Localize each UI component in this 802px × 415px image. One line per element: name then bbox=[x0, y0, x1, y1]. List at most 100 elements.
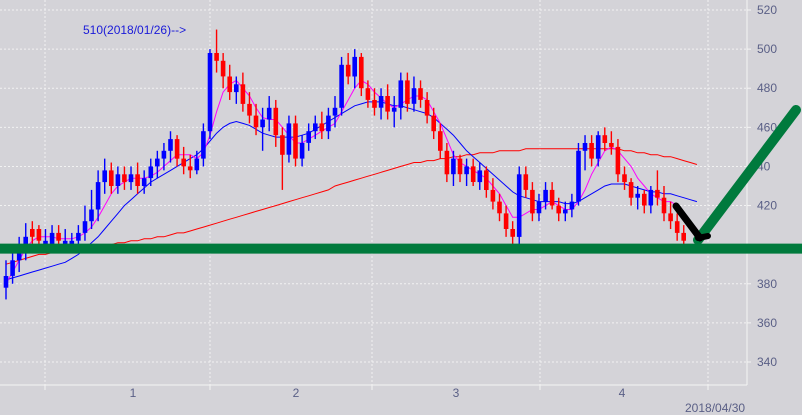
x-tick-label: 2 bbox=[293, 386, 300, 400]
candle-body bbox=[385, 96, 390, 112]
candle-body bbox=[391, 107, 397, 112]
candle-body bbox=[10, 260, 15, 276]
candle-body bbox=[549, 189, 555, 206]
candle-body bbox=[240, 84, 246, 104]
candle-body bbox=[227, 76, 232, 93]
candle-body bbox=[345, 64, 351, 77]
candle-body bbox=[359, 56, 364, 89]
candle-body bbox=[602, 135, 608, 143]
candle-body bbox=[155, 158, 160, 167]
candle-body bbox=[234, 84, 239, 93]
candle-body bbox=[595, 135, 601, 159]
candle-body bbox=[569, 201, 575, 210]
candle-body bbox=[306, 131, 311, 143]
candle-body bbox=[530, 189, 535, 214]
end-date-label: 2018/04/30 bbox=[685, 401, 745, 415]
candle-body bbox=[470, 166, 476, 182]
candle-body bbox=[187, 166, 193, 171]
candle-body bbox=[286, 123, 292, 155]
candle-body bbox=[141, 178, 147, 186]
candle-body bbox=[109, 170, 114, 186]
candle-body bbox=[431, 115, 436, 132]
candlestick-chart: 340360380420404604805005201 2 3 4 510(2018/… bbox=[0, 0, 802, 415]
candle-body bbox=[398, 80, 404, 108]
candle-body bbox=[655, 189, 660, 198]
candle-body bbox=[516, 174, 522, 237]
x-tick-label: 1 bbox=[130, 386, 137, 400]
candle-body bbox=[477, 170, 483, 183]
candle-body bbox=[372, 100, 377, 108]
candle-body bbox=[405, 80, 410, 104]
candle-body bbox=[648, 189, 654, 206]
candle-body bbox=[82, 221, 88, 233]
candle-body bbox=[615, 146, 621, 175]
candle-body bbox=[352, 56, 357, 77]
candle-body bbox=[161, 150, 167, 159]
candle-body bbox=[135, 174, 140, 186]
arrow-head bbox=[695, 233, 711, 241]
candle-body bbox=[609, 143, 614, 147]
candle-body bbox=[76, 232, 81, 241]
candle-body bbox=[523, 174, 529, 190]
candle-body bbox=[220, 60, 226, 77]
candle-body bbox=[576, 150, 581, 202]
candle-body bbox=[563, 209, 568, 214]
candle-body bbox=[95, 182, 101, 210]
candle-body bbox=[503, 213, 509, 229]
x-tick-label: 3 bbox=[453, 386, 460, 400]
candle-body bbox=[102, 170, 107, 183]
candle-body bbox=[273, 107, 279, 136]
candle-body bbox=[293, 123, 298, 159]
candle-body bbox=[194, 158, 200, 171]
candle-body bbox=[148, 166, 154, 179]
candle-body bbox=[642, 193, 647, 206]
candle-body bbox=[674, 221, 680, 233]
chart-background bbox=[0, 0, 802, 415]
candle-body bbox=[253, 115, 259, 128]
candle-body bbox=[510, 229, 515, 237]
candle-body bbox=[497, 201, 502, 214]
candle-body bbox=[668, 213, 673, 222]
candle-body bbox=[319, 123, 325, 132]
candle-body bbox=[260, 119, 265, 128]
candle-body bbox=[635, 193, 640, 198]
y-tick-label: 340 bbox=[757, 355, 777, 369]
candle-body bbox=[418, 88, 423, 100]
candle-body bbox=[622, 174, 627, 183]
candle-body bbox=[457, 158, 463, 175]
candle-body bbox=[444, 150, 450, 175]
candle-body bbox=[582, 143, 588, 151]
candle-body bbox=[661, 197, 667, 214]
candle-body bbox=[214, 53, 219, 61]
chart-window: 340 360 380 420 40 460 480 500 520 1 2 3 4 510(2018/… bbox=[0, 0, 802, 415]
candle-body bbox=[556, 205, 561, 214]
candle-body bbox=[168, 139, 173, 151]
candle-body bbox=[589, 143, 594, 159]
y-tick-label: 480 bbox=[757, 81, 777, 95]
candle-body bbox=[464, 166, 469, 175]
candle-body bbox=[201, 131, 206, 159]
candle-body bbox=[365, 88, 371, 100]
candle-body bbox=[181, 158, 186, 167]
candle-body bbox=[122, 174, 127, 183]
candle-body bbox=[299, 143, 305, 159]
candle-body bbox=[681, 232, 686, 241]
candle-body bbox=[378, 96, 384, 108]
candle-body bbox=[339, 64, 344, 108]
peak-annotation: 510(2018/01/26)--> bbox=[83, 23, 186, 37]
candle-body bbox=[628, 182, 634, 198]
candle-body bbox=[490, 189, 496, 202]
x-tick-label: 4 bbox=[619, 386, 626, 400]
candle-body bbox=[174, 139, 180, 159]
candle-body bbox=[536, 201, 542, 214]
y-tick-label: 520 bbox=[757, 3, 777, 17]
candle-body bbox=[424, 100, 430, 116]
candle-body bbox=[484, 170, 489, 190]
candle-body bbox=[30, 229, 35, 237]
candle-body bbox=[313, 123, 318, 132]
y-tick-label: 360 bbox=[757, 316, 777, 330]
candle-body bbox=[56, 232, 61, 241]
candle-body bbox=[543, 189, 548, 202]
y-tick-label: 380 bbox=[757, 277, 777, 291]
candle-body bbox=[89, 209, 94, 222]
